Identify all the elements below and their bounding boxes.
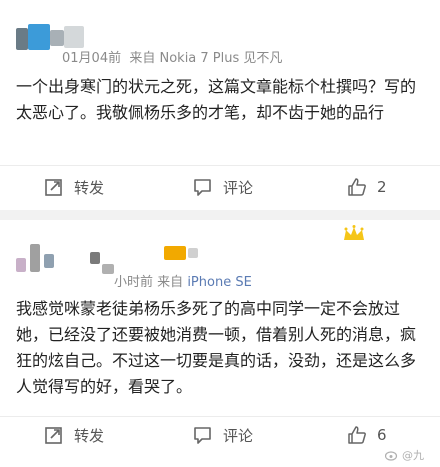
divider [0,416,440,417]
post-body: 一个出身寒门的状元之死，这篇文章能标个杜撰吗？写的太恶心了。我敬佩杨乐多的才笔，… [16,77,417,122]
weibo-logo-icon [385,451,398,461]
comment-icon [194,427,211,444]
post-source-prefix: 来自 [157,275,184,290]
like-icon [348,426,366,444]
comment-button[interactable]: 评论 [193,172,253,202]
comment-icon [194,179,211,196]
repost-label: 转发 [74,426,105,445]
repost-label: 转发 [74,178,105,197]
crown-icon [344,225,364,240]
like-count: 2 [377,178,387,196]
repost-button[interactable]: 转发 [44,172,104,202]
repost-icon [45,179,62,196]
comment-button[interactable]: 评论 [193,420,253,450]
like-button[interactable]: 6 [347,420,387,450]
repost-icon [45,427,62,444]
post-meta: 01月04前 来自 Nokia 7 Plus 见不凡 [62,47,282,66]
watermark: @九 [385,447,424,463]
like-count: 6 [377,426,387,444]
post-source[interactable]: 来自 Nokia 7 Plus 见不凡 [129,51,282,66]
post-time: 01月04前 [62,51,122,66]
post-time: 小时前 [114,275,154,290]
post-card-2: 小时前 来自 iPhone SE 我感觉咪蒙老徒弟杨乐多死了的高中同学一定不会放… [0,220,440,467]
repost-button[interactable]: 转发 [44,420,104,450]
comment-label: 评论 [223,178,254,197]
post-body: 我感觉咪蒙老徒弟杨乐多死了的高中同学一定不会放过她，已经没了还要被她消费一顿，借… [16,299,417,396]
like-button[interactable]: 2 [347,172,387,202]
post-source-device[interactable]: iPhone SE [187,275,251,290]
like-icon [348,178,366,196]
comment-label: 评论 [223,426,254,445]
divider [0,165,440,166]
watermark-text: @九 [402,449,424,462]
post-card-1: 01月04前 来自 Nokia 7 Plus 见不凡 一个出身寒门的状元之死，这… [0,0,440,210]
post-meta: 小时前 来自 iPhone SE [114,271,252,290]
